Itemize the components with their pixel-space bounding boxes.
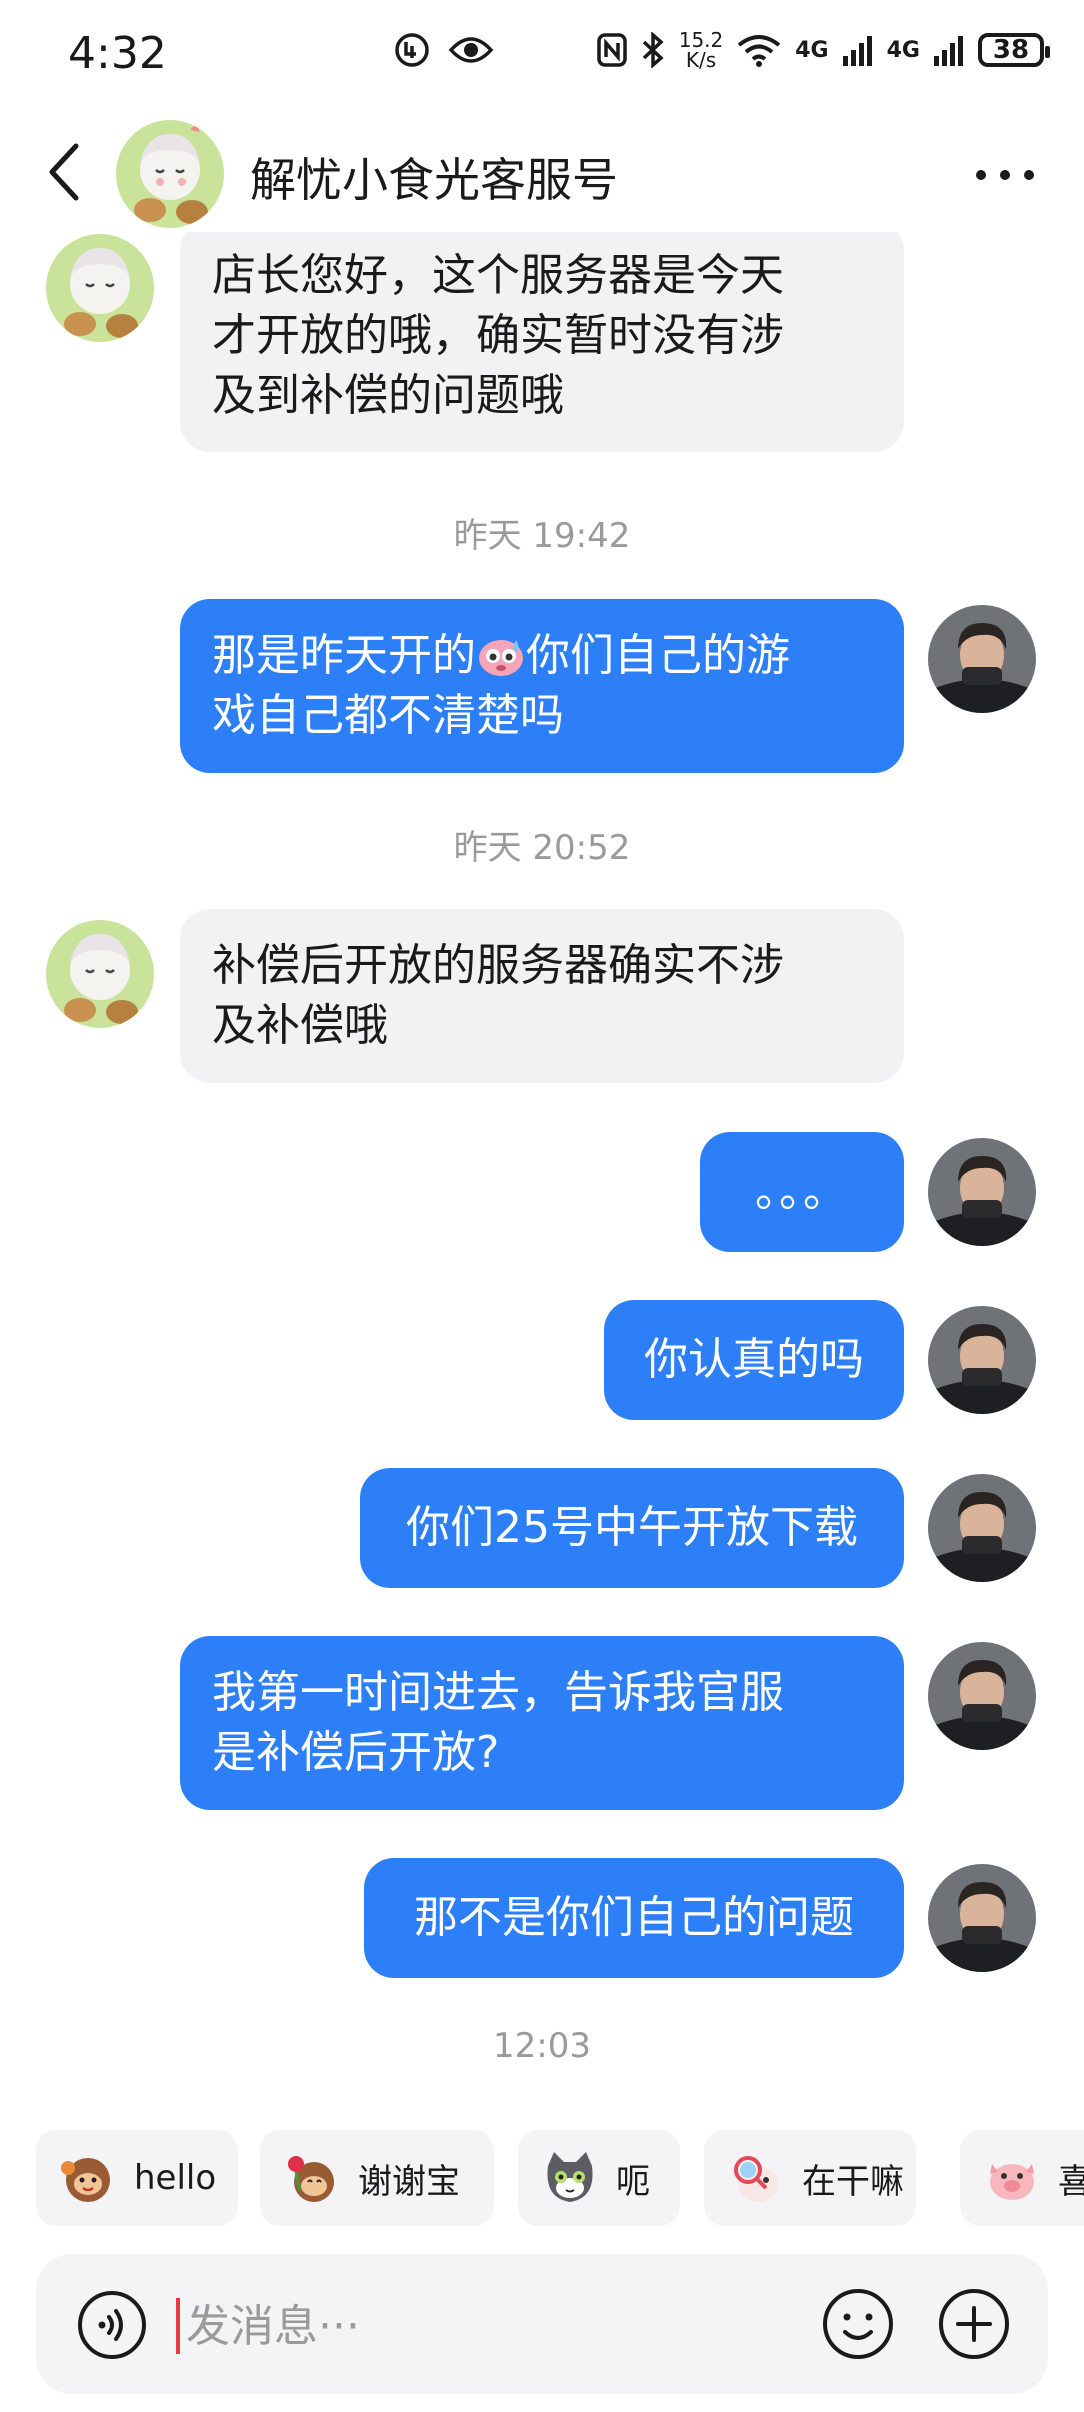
user-avatar[interactable] — [928, 1306, 1036, 1414]
user-photo-avatar-icon — [928, 1474, 1036, 1582]
back-arrow-icon — [49, 143, 79, 201]
incoming-message-bubble[interactable]: 补偿后开放的服务器确实不涉 及补偿哦 — [180, 909, 904, 1083]
more-dot — [1024, 170, 1034, 180]
pig-sticker-icon — [990, 2164, 1034, 2200]
bluetooth-icon — [642, 32, 664, 68]
quick-reply-label: 在干嘛 — [802, 2161, 904, 2202]
quick-reply-label: 呃 — [616, 2161, 650, 2202]
message-input-bar — [36, 2254, 1048, 2394]
network-speed: 15.2 K/s — [678, 28, 724, 72]
plus-circle-icon — [939, 2289, 1009, 2359]
battery-icon: 38 — [978, 33, 1050, 67]
quick-reply-whats-up[interactable]: 在干嘛 — [704, 2130, 916, 2226]
quick-reply-label: 谢谢宝 — [358, 2161, 460, 2202]
status-center-icons — [394, 32, 494, 68]
message-text: 你们自己的游 — [526, 630, 790, 681]
more-button[interactable] — [976, 170, 1034, 180]
user-photo-avatar-icon — [928, 1864, 1036, 1972]
timestamp: 昨天 19:42 — [453, 516, 631, 556]
monkey-rose-icon — [288, 2156, 334, 2202]
cat-face-icon — [547, 2152, 593, 2202]
message-line: 那不是你们自己的问题 — [414, 1892, 854, 1943]
anime-girl-avatar-icon — [46, 234, 154, 342]
wifi-icon — [738, 35, 781, 67]
text-caret — [176, 2298, 180, 2354]
message-line: 店长您好，这个服务器是今天 — [212, 250, 784, 301]
user-avatar[interactable] — [928, 605, 1036, 713]
message-text: 那是昨天开的 — [212, 630, 476, 681]
outgoing-message-bubble[interactable]: 你认真的吗 — [604, 1300, 904, 1420]
incoming-message-bubble[interactable]: 店长您好，这个服务器是今天 才开放的哦，确实暂时没有涉 及到补偿的问题哦 — [180, 232, 904, 452]
quick-reply-thanks[interactable]: 谢谢宝 — [260, 2130, 494, 2226]
quick-reply-uh[interactable]: 呃 — [518, 2130, 680, 2226]
message-line: 及到补偿的问题哦 — [212, 370, 564, 421]
contact-name: 解忧小食光客服号 — [250, 153, 618, 207]
message-line: 是补偿后开放? — [212, 1727, 500, 1778]
nfc-icon — [596, 33, 627, 67]
timestamp: 昨天 20:52 — [453, 828, 631, 868]
more-dot — [1000, 170, 1010, 180]
message-line: 。。。 — [755, 1166, 849, 1217]
user-avatar[interactable] — [928, 1642, 1036, 1750]
outgoing-message-bubble[interactable]: 那不是你们自己的问题 — [364, 1858, 904, 1978]
message-line: 才开放的哦，确实暂时没有涉 — [212, 310, 784, 361]
timestamp: 12:03 — [493, 2026, 591, 2066]
outgoing-message-bubble[interactable]: 我第一时间进去，告诉我官服 是补偿后开放? — [180, 1636, 904, 1810]
message-line: 你认真的吗 — [644, 1334, 864, 1385]
message-line: 补偿后开放的服务器确实不涉 — [212, 940, 784, 991]
cell-signal-1-label: 4G — [795, 37, 829, 63]
voice-button[interactable] — [76, 2289, 148, 2365]
more-actions-button[interactable] — [936, 2286, 1012, 2366]
cell-signal-2-label: 4G — [886, 37, 920, 63]
outgoing-message-bubble[interactable]: 那是昨天开的 你们自己的游 戏自己都不清楚吗 — [180, 599, 904, 773]
message-input[interactable] — [184, 2290, 828, 2362]
user-avatar[interactable] — [928, 1864, 1036, 1972]
emoji-button[interactable] — [820, 2286, 896, 2366]
anime-girl-avatar-icon — [46, 920, 154, 1028]
cell-signal-2-icon — [934, 36, 963, 66]
message-list[interactable]: 店长您好，这个服务器是今天 才开放的哦，确实暂时没有涉 及到补偿的问题哦 昨天 … — [0, 232, 1084, 2092]
outgoing-message-bubble[interactable]: 。。。 — [700, 1132, 904, 1252]
contact-avatar[interactable] — [116, 120, 224, 228]
sweat-face-emoji-icon — [479, 640, 523, 676]
status-bar: 4:32 15.2 K/s 4G 4G 38 — [0, 0, 1084, 110]
user-photo-avatar-icon — [928, 1642, 1036, 1750]
outgoing-message-bubble[interactable]: 你们25号中午开放下载 — [360, 1468, 904, 1588]
more-dot — [976, 170, 986, 180]
app-notification-icon — [395, 33, 429, 67]
quick-reply-happy[interactable]: 喜 — [960, 2130, 1084, 2226]
smiley-face-icon — [823, 2289, 893, 2359]
user-photo-avatar-icon — [928, 605, 1036, 713]
quick-reply-bar: hello 谢谢宝 呃 在干嘛 喜 — [0, 2130, 1084, 2230]
message-line: 及补偿哦 — [212, 1000, 388, 1051]
quick-reply-label: 喜 — [1058, 2161, 1084, 2202]
monkey-wave-icon — [61, 2158, 110, 2202]
user-avatar[interactable] — [928, 1138, 1036, 1246]
user-photo-avatar-icon — [928, 1138, 1036, 1246]
status-time: 4:32 — [68, 28, 167, 79]
message-line: 戏自己都不清楚吗 — [212, 690, 564, 741]
anime-girl-avatar-icon — [116, 120, 224, 228]
chat-header: 解忧小食光客服号 — [0, 120, 1084, 230]
eye-icon — [448, 37, 494, 63]
quick-reply-label: hello — [134, 2158, 217, 2198]
voice-wave-icon — [78, 2291, 146, 2359]
message-line: 我第一时间进去，告诉我官服 — [212, 1667, 784, 1718]
message-line: 你们25号中午开放下载 — [406, 1502, 858, 1553]
user-photo-avatar-icon — [928, 1306, 1036, 1414]
cell-signal-1-icon — [842, 36, 872, 66]
back-button[interactable] — [46, 142, 82, 206]
contact-avatar-small[interactable] — [46, 920, 154, 1028]
magnifier-sticker-icon — [734, 2156, 778, 2202]
status-right-icons: 15.2 K/s 4G 4G 38 — [596, 28, 1050, 72]
user-avatar[interactable] — [928, 1474, 1036, 1582]
quick-reply-hello[interactable]: hello — [36, 2130, 238, 2226]
contact-avatar-small[interactable] — [46, 234, 154, 342]
